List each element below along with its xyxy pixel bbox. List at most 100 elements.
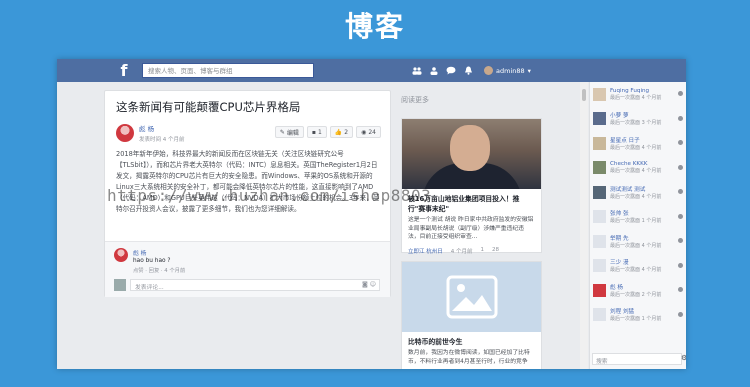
edit-button[interactable]: ✎ 编辑 xyxy=(274,126,304,138)
post-time: 发表时间 4 个月前 xyxy=(139,137,185,143)
user-menu[interactable]: admin88 ▾ xyxy=(484,66,531,75)
chevron-down-icon: ▾ xyxy=(527,66,531,75)
pencil-icon: ✎ xyxy=(279,128,285,136)
status-dot-icon xyxy=(678,262,683,268)
comment-count: 1 xyxy=(317,128,322,136)
friend-name: 星星点 日子 xyxy=(610,137,640,144)
author-avatar[interactable] xyxy=(116,124,134,142)
card-meta: 立即江 杭州日 4 个月前 1 28 xyxy=(402,244,541,258)
comment-input-row: 发表评论... ◙ ☺ xyxy=(114,278,380,291)
card-comment-count: 1 xyxy=(480,246,485,253)
image-placeholder-icon[interactable] xyxy=(402,262,541,332)
notifications-bell-icon[interactable] xyxy=(463,66,473,76)
friends-sidebar: Fuqing Fuqing 最后一次露面 4 个月前 小萝 萝最后一次露面 3 个月… xyxy=(589,82,686,369)
scrollbar-thumb[interactable] xyxy=(582,89,586,101)
comment-text: hao bu hao ? xyxy=(133,258,171,264)
scrollbar[interactable] xyxy=(580,82,588,369)
status-dot-icon xyxy=(678,287,683,292)
friend-last-seen: 最后一次露面 1 个月前 xyxy=(610,218,662,224)
camera-icon[interactable]: ◙ ☺ xyxy=(362,281,376,288)
author-name[interactable]: 彪 杨 xyxy=(139,123,185,133)
status-dot-icon xyxy=(678,115,683,121)
friend-avatar xyxy=(593,283,606,297)
friend-name: 彪 杨 xyxy=(610,284,623,291)
card-description: 这是一个测试 胡说 昨日家中共政府监发的安徽铝业局事副局长胡说（副厅级）涉嫌严重… xyxy=(408,217,534,240)
messages-icon[interactable] xyxy=(446,66,456,76)
friend-avatar xyxy=(593,259,606,272)
friend-avatar xyxy=(593,161,606,174)
friend-last-seen: 最后一次露面 4 个月前 xyxy=(610,267,662,273)
friend-name: 刘程 刘猛 xyxy=(610,309,635,315)
thumbs-up-icon: 👍 xyxy=(334,128,343,136)
sidebar-friend-item[interactable]: 测试测试 测试 最后一次露面 4 个月前 xyxy=(593,184,685,200)
sidebar-friend-item[interactable]: 星星点 日子 最后一次露面 4 个月前 xyxy=(593,135,685,151)
friend-name: 测试测试 测试 xyxy=(610,186,646,193)
comment-input[interactable]: 发表评论... ◙ ☺ xyxy=(130,278,380,291)
comment-section: 彪 杨 hao bu hao ? 点赞 · 回复 · 4 个月前 发表评论...… xyxy=(105,241,390,297)
user-avatar xyxy=(484,66,493,75)
app-window: f 搜索人物、页面、博客与群组 admin88 ▾ 这条新闻有可能颠覆CPU芯片… xyxy=(57,59,686,369)
friend-last-seen: 最后一次露面 4 个月前 xyxy=(610,242,662,249)
edit-label: 编辑 xyxy=(286,129,299,137)
friend-avatar xyxy=(593,112,606,125)
sidebar-friend-item[interactable]: Fuqing Fuqing 最后一次露面 4 个月前 xyxy=(593,86,685,102)
post-author: 彪 杨 发表时间 4 个月前 xyxy=(116,123,185,143)
post-body: 2018年新年伊始，科技界最大的新闻反而在区块链无关（关注区块链研究公号【TLS… xyxy=(116,150,380,213)
like-button[interactable]: 👍 2 xyxy=(329,126,354,138)
top-icon-group: admin88 ▾ xyxy=(412,59,531,82)
comment-icon: ▪ xyxy=(311,128,316,136)
status-dot-icon xyxy=(678,311,683,317)
facebook-logo-icon[interactable]: f xyxy=(114,61,134,80)
eye-icon: ◉ xyxy=(361,128,367,136)
view-count: 24 xyxy=(368,128,376,136)
friend-avatar xyxy=(593,136,606,150)
sidebar-friend-item[interactable]: 刘程 刘猛 最后一次露面 1 个月前 xyxy=(593,307,685,323)
status-dot-icon xyxy=(678,164,683,170)
watermark-text: https://www.huzhan.com/ishop8803 xyxy=(107,186,432,205)
commenter-avatar[interactable] xyxy=(114,248,128,262)
users-icon[interactable] xyxy=(429,66,439,76)
post-title[interactable]: 这条新闻有可能颠覆CPU芯片界格局 xyxy=(116,99,300,115)
friend-name: 小萝 萝 xyxy=(610,113,629,119)
read-more-heading: 阅读更多 xyxy=(401,96,429,104)
card-time: 4 个月前 xyxy=(450,248,473,255)
comment-meta[interactable]: 点赞 · 回复 · 4 个月前 xyxy=(133,266,185,274)
friend-name: 三少 漫 xyxy=(610,260,629,266)
global-search-input[interactable]: 搜索人物、页面、博客与群组 xyxy=(142,63,314,78)
sidebar-search-input[interactable]: 搜索 xyxy=(592,353,682,365)
card-description: 数月前，我因为在微博阅读，如国已经加了比特币，不料行业再者到4月甚至行时，行业的… xyxy=(408,350,530,365)
friend-last-seen: 最后一次露面 4 个月前 xyxy=(610,144,662,151)
sidebar-friend-item[interactable]: 彪 杨最后一次露面 2 个月前 xyxy=(593,282,685,298)
username-label: admin88 xyxy=(496,66,525,75)
friends-icon[interactable] xyxy=(412,66,422,76)
sidebar-friend-item[interactable]: 三少 漫最后一次露面 4 个月前 xyxy=(593,258,685,274)
status-dot-icon xyxy=(678,238,683,243)
comment-count-button[interactable]: ▪ 1 xyxy=(306,126,327,138)
view-count-button[interactable]: ◉ 24 xyxy=(356,126,381,138)
sidebar-friend-item[interactable]: 张帅 张最后一次露面 1 个月前 xyxy=(593,209,685,225)
friend-avatar xyxy=(593,210,606,223)
friend-last-seen: 最后一次露面 4 个月前 xyxy=(610,168,662,174)
card-location[interactable]: 立即江 杭州日 xyxy=(408,247,443,255)
commenter-name[interactable]: 彪 杨 xyxy=(133,248,185,257)
friend-name: 举期 先 xyxy=(610,235,629,242)
friend-last-seen: 最后一次露面 2 个月前 xyxy=(610,291,662,298)
post-actions: ✎ 编辑 ▪ 1 👍 2 ◉ 24 xyxy=(274,126,381,138)
top-navigation-bar: f 搜索人物、页面、博客与群组 admin88 ▾ xyxy=(57,59,686,82)
gear-icon[interactable]: ⚙ xyxy=(681,354,686,362)
status-dot-icon xyxy=(678,189,683,194)
status-dot-icon xyxy=(678,91,683,96)
read-more-card[interactable]: 比特币的前世今生 数月前，我因为在微博阅读，如国已经加了比特币，不料行业再者到4… xyxy=(401,261,542,369)
status-dot-icon xyxy=(678,140,683,145)
friend-last-seen: 最后一次露面 1 个月前 xyxy=(610,316,662,322)
card-view-count: 28 xyxy=(492,246,499,253)
friend-last-seen: 最后一次露面 3 个月前 xyxy=(610,120,662,126)
article-photo[interactable] xyxy=(402,119,541,189)
sidebar-friend-item[interactable]: Cheche KKKK 最后一次露面 4 个月前 xyxy=(593,160,685,176)
friend-last-seen: 最后一次露面 4 个月前 xyxy=(610,94,662,101)
card-title[interactable]: 比特币的前世今生 xyxy=(402,332,541,347)
sidebar-friend-item[interactable]: 小萝 萝最后一次露面 3 个月前 xyxy=(593,111,685,127)
friend-last-seen: 最后一次露面 4 个月前 xyxy=(610,193,662,200)
comment-placeholder: 发表评论... xyxy=(135,284,164,291)
sidebar-friend-item[interactable]: 举期 先最后一次露面 4 个月前 xyxy=(593,233,685,249)
